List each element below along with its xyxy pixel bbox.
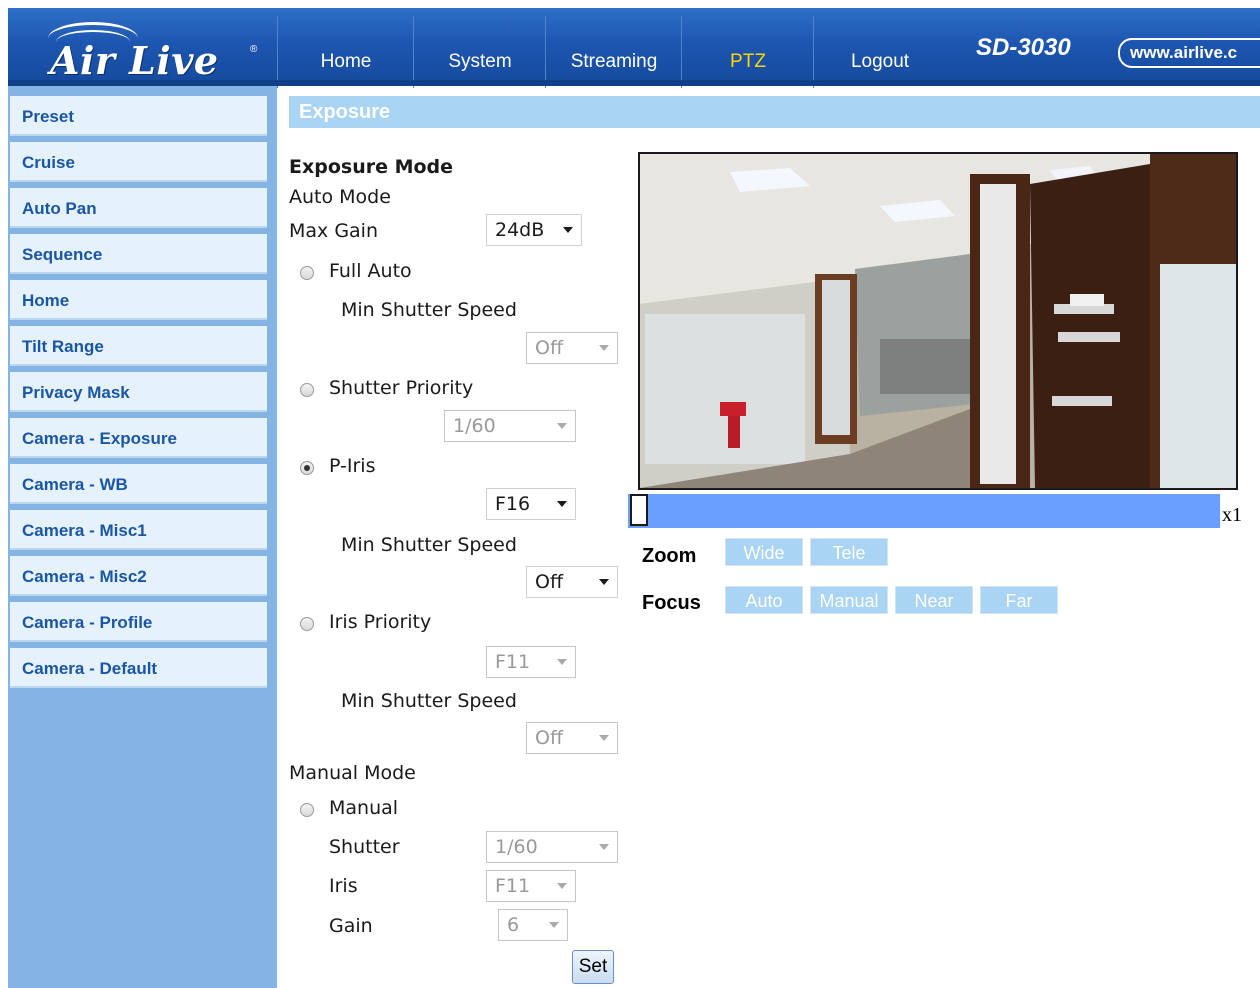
p-iris-min-shutter-label: Min Shutter Speed xyxy=(341,534,517,556)
full-auto-label: Full Auto xyxy=(329,260,412,282)
camera-live-view[interactable] xyxy=(638,152,1238,490)
sidebar-item-tilt-range[interactable]: Tilt Range xyxy=(10,326,267,366)
focus-far-button[interactable]: Far xyxy=(980,586,1058,614)
chevron-down-icon xyxy=(557,423,567,429)
sidebar-item-home[interactable]: Home xyxy=(10,280,267,320)
sidebar-item-sequence[interactable]: Sequence xyxy=(10,234,267,274)
shutter-select[interactable]: 1/60 xyxy=(486,831,618,863)
airlive-logo: Air Live ® xyxy=(30,22,270,83)
logo-wordmark: Air Live xyxy=(50,38,219,83)
chevron-down-icon xyxy=(557,659,567,665)
shutter-value: 1/60 xyxy=(495,836,538,858)
camera-live-image xyxy=(640,154,1236,488)
p-iris-select[interactable]: F16 xyxy=(486,488,576,520)
iris-priority-min-shutter-value: Off xyxy=(535,727,564,749)
manual-label: Manual xyxy=(329,797,399,819)
model-name: SD-3030 xyxy=(976,34,1071,61)
focus-auto-button[interactable]: Auto xyxy=(725,586,803,614)
shutter-priority-value: 1/60 xyxy=(453,415,496,437)
shutter-priority-radio[interactable] xyxy=(300,383,314,397)
chevron-down-icon xyxy=(549,922,559,928)
sidebar-item-camera-misc1[interactable]: Camera - Misc1 xyxy=(10,510,267,550)
iris-priority-select[interactable]: F11 xyxy=(486,646,576,678)
zoom-handle[interactable] xyxy=(630,494,648,526)
sidebar-item-camera-profile[interactable]: Camera - Profile xyxy=(10,602,267,642)
iris-select[interactable]: F11 xyxy=(486,870,576,902)
nav-home[interactable]: Home xyxy=(277,16,414,88)
zoom-tele-button[interactable]: Tele xyxy=(810,538,888,566)
focus-label: Focus xyxy=(642,592,701,614)
logo-registered-mark: ® xyxy=(250,44,258,55)
chevron-down-icon xyxy=(599,844,609,850)
sidebar-item-preset[interactable]: Preset xyxy=(10,96,267,136)
manual-radio[interactable] xyxy=(300,803,314,817)
zoom-level: x1 xyxy=(1222,504,1242,526)
sidebar: Preset Cruise Auto Pan Sequence Home Til… xyxy=(8,86,277,988)
gain-label: Gain xyxy=(329,915,373,937)
iris-priority-radio[interactable] xyxy=(300,617,314,631)
iris-priority-min-shutter-select[interactable]: Off xyxy=(526,722,618,754)
auto-mode-label: Auto Mode xyxy=(289,186,391,208)
p-iris-radio[interactable] xyxy=(300,461,314,475)
focus-manual-button[interactable]: Manual xyxy=(810,586,888,614)
nav-system[interactable]: System xyxy=(413,16,546,88)
chevron-down-icon xyxy=(557,501,567,507)
full-auto-min-shutter-select[interactable]: Off xyxy=(526,332,618,364)
chevron-down-icon xyxy=(557,883,567,889)
sidebar-item-camera-misc2[interactable]: Camera - Misc2 xyxy=(10,556,267,596)
iris-priority-label: Iris Priority xyxy=(329,611,432,633)
iris-priority-min-shutter-label: Min Shutter Speed xyxy=(341,690,517,712)
zoom-label: Zoom xyxy=(642,545,697,567)
nav-ptz[interactable]: PTZ xyxy=(681,16,814,88)
full-auto-min-shutter-label: Min Shutter Speed xyxy=(341,299,517,321)
max-gain-value: 24dB xyxy=(495,219,545,241)
full-auto-radio[interactable] xyxy=(300,266,314,280)
manual-mode-label: Manual Mode xyxy=(289,762,416,784)
gain-value: 6 xyxy=(507,914,520,936)
sidebar-item-camera-wb[interactable]: Camera - WB xyxy=(10,464,267,504)
iris-value: F11 xyxy=(495,875,531,897)
set-button[interactable]: Set xyxy=(572,950,614,984)
sidebar-item-cruise[interactable]: Cruise xyxy=(10,142,267,182)
p-iris-value: F16 xyxy=(495,493,531,515)
sidebar-item-camera-default[interactable]: Camera - Default xyxy=(10,648,267,688)
nav-streaming[interactable]: Streaming xyxy=(545,16,682,88)
zoom-bar[interactable] xyxy=(628,494,1220,528)
zoom-wide-button[interactable]: Wide xyxy=(725,538,803,566)
max-gain-select[interactable]: 24dB xyxy=(486,214,582,246)
shutter-label: Shutter xyxy=(329,836,400,858)
chevron-down-icon xyxy=(599,579,609,585)
header-bar: Air Live ® Home System Streaming PTZ Log… xyxy=(8,8,1260,88)
section-title: Exposure xyxy=(289,96,1260,128)
sidebar-item-camera-exposure[interactable]: Camera - Exposure xyxy=(10,418,267,458)
chevron-down-icon xyxy=(599,345,609,351)
sidebar-item-privacy-mask[interactable]: Privacy Mask xyxy=(10,372,267,412)
chevron-down-icon xyxy=(599,735,609,741)
focus-near-button[interactable]: Near xyxy=(895,586,973,614)
exposure-mode-heading: Exposure Mode xyxy=(289,156,454,178)
shutter-priority-select[interactable]: 1/60 xyxy=(444,410,576,442)
chevron-down-icon xyxy=(563,227,573,233)
iris-label: Iris xyxy=(329,875,358,897)
p-iris-min-shutter-value: Off xyxy=(535,571,564,593)
shutter-priority-label: Shutter Priority xyxy=(329,377,474,399)
p-iris-min-shutter-select[interactable]: Off xyxy=(526,566,618,598)
max-gain-label: Max Gain xyxy=(289,220,379,242)
p-iris-label: P-Iris xyxy=(329,455,376,477)
full-auto-min-shutter-value: Off xyxy=(535,337,564,359)
gain-select[interactable]: 6 xyxy=(498,909,568,941)
sidebar-item-auto-pan[interactable]: Auto Pan xyxy=(10,188,267,228)
website-link[interactable]: www.airlive.c xyxy=(1118,38,1260,68)
nav-logout[interactable]: Logout xyxy=(813,16,946,88)
iris-priority-value: F11 xyxy=(495,651,531,673)
header: Air Live ® Home System Streaming PTZ Log… xyxy=(0,0,1260,88)
